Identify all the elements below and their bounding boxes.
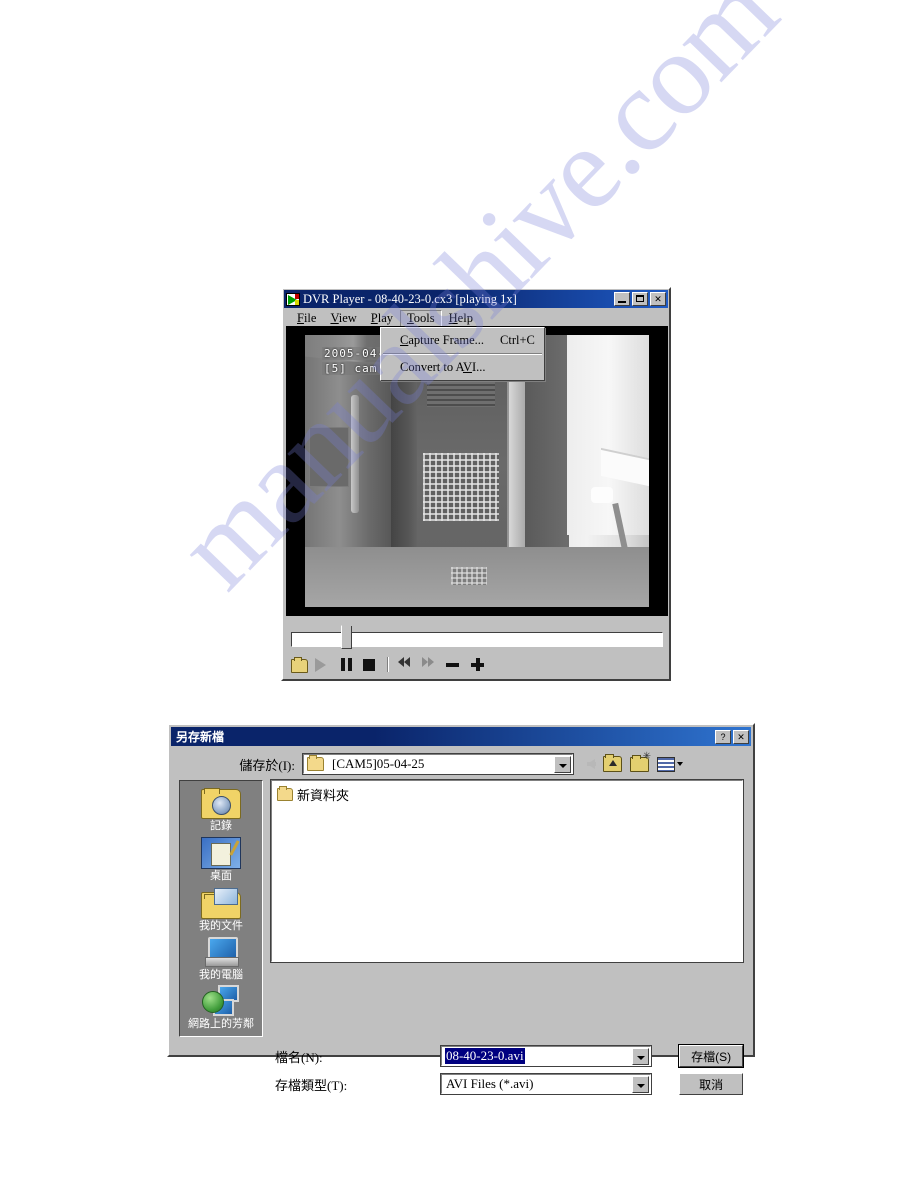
minus-icon bbox=[446, 663, 459, 667]
menu-item-convert-to-avi[interactable]: Convert to AVI... bbox=[381, 357, 544, 378]
capture-frame-accel: Ctrl+C bbox=[500, 333, 535, 347]
place-history-label: 記錄 bbox=[210, 820, 232, 832]
capture-frame-label: Capture Frame... bbox=[400, 333, 485, 347]
file-type-value: AVI Files (*.avi) bbox=[445, 1076, 534, 1091]
stop-icon bbox=[363, 659, 375, 671]
menu-view[interactable]: View bbox=[323, 310, 363, 327]
stop-button[interactable] bbox=[363, 657, 378, 672]
folder-icon bbox=[307, 755, 324, 771]
save-in-value: [CAM5]05-04-25 bbox=[332, 756, 425, 771]
file-name-row: 檔名(N): 08-40-23-0.avi 存檔(S) bbox=[179, 1044, 744, 1068]
file-type-row: 存檔類型(T): AVI Files (*.avi) 取消 bbox=[179, 1073, 743, 1095]
dialog-body: 記錄 桌面 我的文件 我的電腦 網路上的芳鄰 新資料夾 bbox=[169, 774, 753, 1037]
save-in-combo[interactable]: [CAM5]05-04-25 bbox=[302, 753, 574, 775]
folder-icon bbox=[277, 786, 293, 801]
seek-thumb[interactable] bbox=[341, 619, 353, 649]
menu-tools[interactable]: Tools bbox=[400, 309, 442, 327]
dialog-window-controls: ? ✕ bbox=[715, 729, 749, 744]
place-network-label: 網路上的芳鄰 bbox=[188, 1018, 254, 1030]
play-button[interactable] bbox=[315, 657, 330, 672]
back-arrow-icon[interactable] bbox=[587, 759, 596, 769]
chevron-down-icon[interactable] bbox=[554, 755, 571, 773]
file-type-label: 存檔類型(T): bbox=[275, 1077, 348, 1093]
file-type-combo[interactable]: AVI Files (*.avi) bbox=[439, 1073, 653, 1095]
seek-bar[interactable] bbox=[291, 619, 663, 649]
my-documents-icon bbox=[201, 888, 241, 919]
save-button[interactable]: 存檔(S) bbox=[678, 1044, 744, 1068]
tools-dropdown-menu: Capture Frame... Ctrl+C Convert to AVI..… bbox=[380, 327, 545, 381]
transport-divider bbox=[387, 657, 389, 672]
places-bar: 記錄 桌面 我的文件 我的電腦 網路上的芳鄰 bbox=[179, 780, 263, 1037]
place-desktop[interactable]: 桌面 bbox=[181, 835, 261, 884]
minimize-button[interactable] bbox=[614, 292, 630, 306]
help-button[interactable]: ? bbox=[715, 729, 731, 744]
menu-play[interactable]: Play bbox=[364, 310, 400, 327]
dialog-title: 另存新檔 bbox=[176, 730, 225, 744]
dialog-toolbar bbox=[587, 751, 683, 772]
speed-down-button[interactable] bbox=[446, 657, 461, 672]
menu-help[interactable]: Help bbox=[442, 310, 480, 327]
menu-file[interactable]: File bbox=[290, 310, 323, 327]
menu-item-capture-frame[interactable]: Capture Frame... Ctrl+C bbox=[381, 330, 544, 351]
maximize-button[interactable] bbox=[632, 292, 648, 306]
cancel-button[interactable]: 取消 bbox=[679, 1073, 743, 1095]
player-titlebar[interactable]: DVR Player - 08-40-23-0.cx3 [playing 1x]… bbox=[284, 290, 668, 308]
place-my-documents-label: 我的文件 bbox=[199, 920, 243, 932]
place-network[interactable]: 網路上的芳鄰 bbox=[181, 984, 261, 1032]
save-in-label: 儲存於(I): bbox=[239, 757, 295, 773]
save-as-dialog: 另存新檔 ? ✕ 儲存於(I): [CAM5]05-04-25 ✳ 記錄 桌面 … bbox=[167, 723, 755, 1095]
new-folder-icon[interactable] bbox=[630, 751, 651, 772]
save-in-row: 儲存於(I): [CAM5]05-04-25 bbox=[169, 751, 753, 775]
history-icon bbox=[201, 788, 241, 819]
open-file-button[interactable] bbox=[291, 657, 308, 673]
file-list-pane[interactable]: 新資料夾 bbox=[270, 779, 744, 963]
close-button[interactable]: ✕ bbox=[650, 292, 666, 306]
pause-button[interactable] bbox=[339, 657, 354, 672]
file-name-input[interactable]: 08-40-23-0.avi bbox=[439, 1045, 653, 1067]
transport-controls bbox=[291, 657, 485, 673]
place-my-documents[interactable]: 我的文件 bbox=[181, 885, 261, 934]
window-controls: ✕ bbox=[614, 292, 666, 306]
speed-up-button[interactable] bbox=[470, 657, 485, 672]
menu-separator bbox=[383, 353, 542, 355]
fast-forward-button[interactable] bbox=[422, 657, 437, 672]
file-name-label: 檔名(N): bbox=[275, 1049, 323, 1065]
player-menubar: File View Play Tools Help bbox=[284, 309, 668, 327]
dvr-player-window: DVR Player - 08-40-23-0.cx3 [playing 1x]… bbox=[281, 287, 671, 681]
rewind-button[interactable] bbox=[398, 657, 413, 672]
place-my-computer-label: 我的電腦 bbox=[199, 969, 243, 981]
play-icon bbox=[315, 658, 326, 672]
player-title: DVR Player - 08-40-23-0.cx3 [playing 1x] bbox=[303, 291, 517, 306]
file-name-value: 08-40-23-0.avi bbox=[444, 1048, 525, 1064]
views-list-icon[interactable] bbox=[657, 756, 683, 772]
network-neighborhood-icon bbox=[202, 985, 240, 1017]
up-folder-icon[interactable] bbox=[603, 754, 622, 772]
chevron-down-icon[interactable] bbox=[632, 1075, 650, 1093]
open-folder-icon bbox=[291, 657, 308, 673]
my-computer-icon bbox=[202, 936, 240, 968]
file-item-label: 新資料夾 bbox=[297, 788, 350, 803]
chevron-down-icon[interactable] bbox=[632, 1047, 650, 1065]
desktop-icon bbox=[201, 837, 241, 869]
list-item[interactable]: 新資料夾 bbox=[275, 784, 351, 805]
dialog-close-button[interactable]: ✕ bbox=[733, 729, 749, 744]
place-my-computer[interactable]: 我的電腦 bbox=[181, 935, 261, 983]
dvr-player-logo-icon bbox=[286, 292, 300, 306]
dialog-bottom: 檔名(N): 08-40-23-0.avi 存檔(S) 存檔類型(T): AVI… bbox=[169, 1037, 753, 1095]
place-desktop-label: 桌面 bbox=[210, 870, 232, 882]
place-history[interactable]: 記錄 bbox=[181, 785, 261, 834]
dialog-titlebar[interactable]: 另存新檔 ? ✕ bbox=[171, 727, 751, 746]
convert-to-avi-label: Convert to AVI... bbox=[400, 360, 486, 374]
